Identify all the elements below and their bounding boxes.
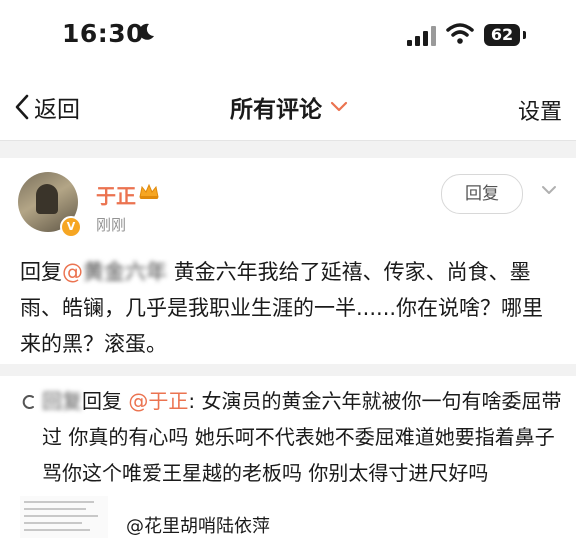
username[interactable]: 于正 [96, 180, 136, 209]
battery-icon: 62 [484, 24, 520, 46]
comment-card: V 于正 刚刚 回复 回复@黄金六年 黄金六年我给了延禧、传家、尚食、墨雨、皓镧… [0, 158, 576, 364]
blurred-handle: 回复 [42, 389, 82, 413]
status-time: 16:30 [62, 19, 145, 48]
back-label: 返回 [34, 97, 80, 123]
battery-cap [523, 31, 526, 39]
chevron-down-icon[interactable] [541, 185, 557, 195]
mention-link[interactable]: @ [62, 260, 83, 284]
avatar-figure [36, 184, 58, 214]
chevron-down-icon [330, 101, 348, 112]
wifi-icon [446, 23, 474, 44]
quoted-reply-card: 回复回复 @于正: 女演员的黄金六年就被你一句有啥委屈带过 你真的有心吗 她乐呵… [0, 376, 576, 538]
quote-text: 回复回复 @于正: 女演员的黄金六年就被你一句有啥委屈带过 你真的有心吗 她乐呵… [42, 383, 562, 491]
moon-icon [139, 23, 154, 40]
chevron-left-icon [15, 94, 29, 120]
reply-button[interactable]: 回复 [441, 174, 523, 214]
verified-badge-icon: V [60, 216, 82, 238]
nav-bar: 返回 所有评论 设置 [0, 72, 576, 141]
reply-prefix: 回复 [20, 260, 62, 284]
blurred-handle: 黄金六年 [83, 260, 167, 284]
thumbnail-image[interactable] [20, 496, 108, 538]
status-bar: 16:30 62 [0, 0, 576, 72]
mention-link[interactable]: @于正 [128, 389, 188, 413]
mention-footer[interactable]: @花里胡哨陆依萍 [126, 512, 270, 538]
reply-prefix: 回复 [82, 389, 122, 413]
back-button[interactable]: 返回 [14, 90, 80, 124]
reply-arrow-icon [22, 395, 34, 409]
comment-text: 回复@黄金六年 黄金六年我给了延禧、传家、尚食、墨雨、皓镧，几乎是我职业生涯的一… [20, 254, 556, 362]
settings-button[interactable]: 设置 [518, 94, 562, 126]
crown-icon [139, 183, 159, 199]
page-title: 所有评论 [230, 97, 322, 123]
signal-icon [407, 26, 436, 46]
timestamp: 刚刚 [96, 216, 127, 234]
comment-filter-dropdown[interactable]: 所有评论 [230, 90, 348, 124]
